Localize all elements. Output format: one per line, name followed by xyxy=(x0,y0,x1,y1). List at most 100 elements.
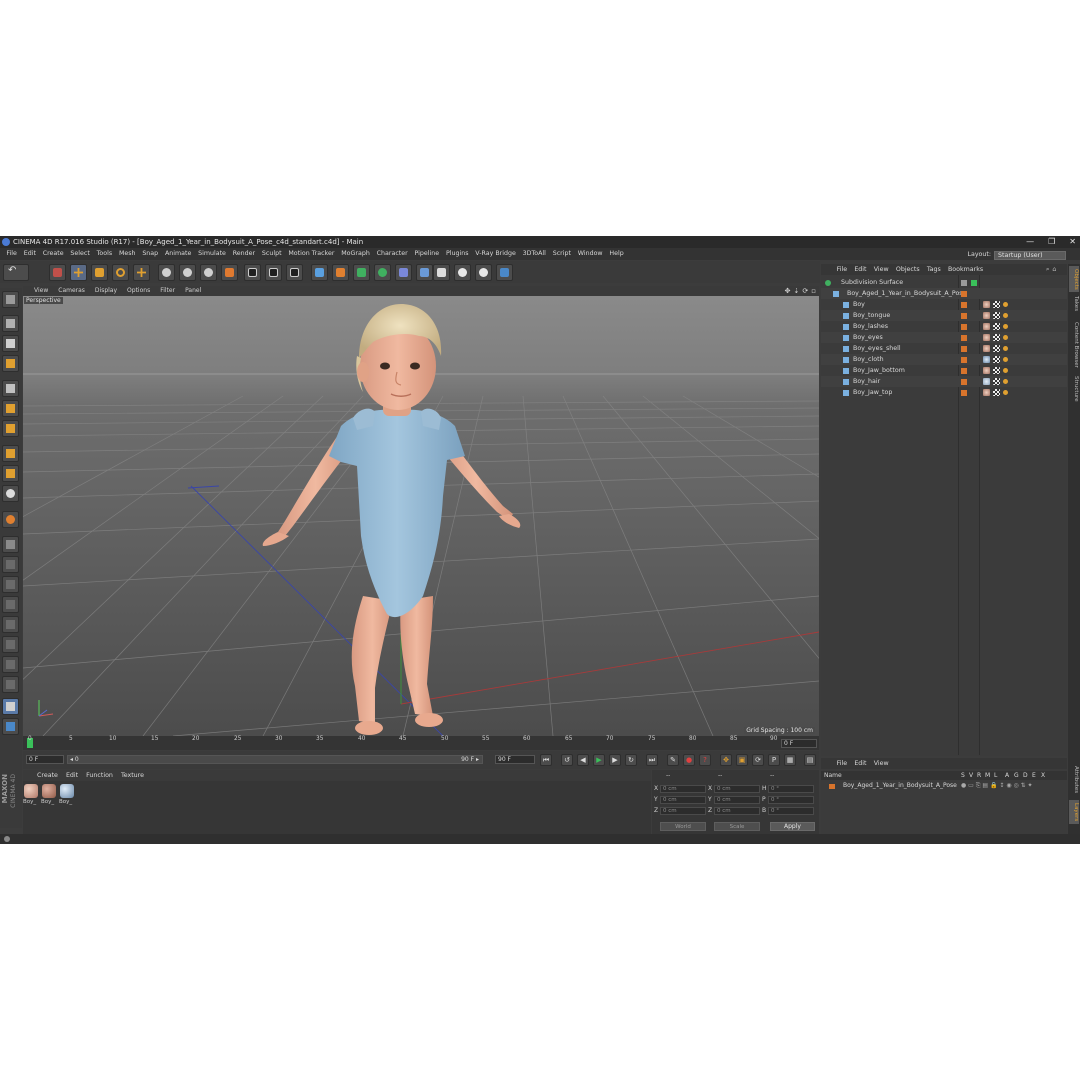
size-y-field[interactable]: 0 cm xyxy=(714,796,760,804)
layer-tag-icon[interactable] xyxy=(961,390,967,396)
uvw-tag-icon[interactable] xyxy=(993,367,1000,374)
object-row[interactable]: Boy_Jaw_bottom xyxy=(821,365,1067,376)
layout-select[interactable]: Startup (User) xyxy=(994,250,1066,260)
menu-mograph[interactable]: MoGraph xyxy=(338,248,373,260)
material-tag-icon[interactable] xyxy=(983,323,990,330)
layer-row[interactable]: Boy_Aged_1_Year_in_Bodysuit_A_Pose ● ▭ ⎘… xyxy=(821,781,1067,791)
material-menu-create[interactable]: Create xyxy=(33,770,62,781)
layer-tag-icon[interactable] xyxy=(961,357,967,363)
deformer-button[interactable] xyxy=(395,264,412,281)
menu-help[interactable]: Help xyxy=(606,248,627,260)
record-rotation-button[interactable]: ⟳ xyxy=(752,754,764,766)
layer-tag-icon[interactable] xyxy=(961,324,967,330)
record-position-button[interactable]: ✥ xyxy=(720,754,732,766)
sculpt-tool-3-button[interactable] xyxy=(2,596,19,613)
layer-menu-view[interactable]: View xyxy=(870,758,892,769)
light-object-button[interactable] xyxy=(454,264,471,281)
maximize-icon[interactable]: ▫ xyxy=(811,286,816,296)
menu-vray-bridge[interactable]: V-Ray Bridge xyxy=(472,248,519,260)
snapping-button[interactable] xyxy=(2,485,19,502)
minimize-button[interactable]: — xyxy=(1026,236,1034,248)
menu-mesh[interactable]: Mesh xyxy=(116,248,139,260)
menu-create[interactable]: Create xyxy=(39,248,67,260)
phong-tag-icon[interactable] xyxy=(1003,390,1008,395)
tab-attributes[interactable]: Attributes xyxy=(1069,762,1079,798)
layer-tag-icon[interactable] xyxy=(961,302,967,308)
layer-flag-icons[interactable]: ● ▭ ⎘ ▤ 🔒 ↕ ◉ ◎ ⇅ ✦ xyxy=(961,781,1033,791)
live-selection-button[interactable] xyxy=(133,264,150,281)
undo-button[interactable]: ↶ xyxy=(3,264,29,281)
previous-frame-button[interactable]: ◀ xyxy=(577,754,589,766)
size-z-field[interactable]: 0 cm xyxy=(714,807,760,815)
edges-mode-button[interactable] xyxy=(2,400,19,417)
material-tag-icon[interactable] xyxy=(983,378,990,385)
rotation-b-field[interactable]: 0 ° xyxy=(768,807,814,815)
object-menu-tags[interactable]: Tags xyxy=(923,264,944,275)
position-z-field[interactable]: 0 cm xyxy=(660,807,706,815)
move-view-icon[interactable]: ✥ xyxy=(785,286,791,296)
layer-tag-icon[interactable] xyxy=(961,368,967,374)
enabled-check-icon[interactable] xyxy=(971,280,977,286)
phong-tag-icon[interactable] xyxy=(1003,379,1008,384)
material-tag-icon[interactable] xyxy=(983,367,990,374)
start-frame-field[interactable]: 0 F xyxy=(26,755,64,764)
sculpt-tool-1-button[interactable] xyxy=(2,556,19,573)
uvw-tag-icon[interactable] xyxy=(993,334,1000,341)
viewport-menu-options[interactable]: Options xyxy=(122,286,155,296)
select-tool-button[interactable] xyxy=(49,264,66,281)
make-editable-button[interactable] xyxy=(2,291,19,308)
locked-workplane-button[interactable] xyxy=(2,536,19,553)
scale-tool-button[interactable] xyxy=(91,264,108,281)
object-menu-file[interactable]: File xyxy=(833,264,851,275)
material-menu-texture[interactable]: Texture xyxy=(117,770,148,781)
sculpt-tool-4-button[interactable] xyxy=(2,616,19,633)
layer-tag-icon[interactable] xyxy=(961,335,967,341)
phong-tag-icon[interactable] xyxy=(1003,357,1008,362)
viewport-menu-cameras[interactable]: Cameras xyxy=(53,286,90,296)
material-tag-icon[interactable] xyxy=(983,334,990,341)
object-row[interactable]: Boy_lashes xyxy=(821,321,1067,332)
x-axis-button[interactable] xyxy=(158,264,175,281)
coordinate-system-button[interactable] xyxy=(221,264,238,281)
menu-motion-tracker[interactable]: Motion Tracker xyxy=(285,248,338,260)
object-row[interactable]: Boy xyxy=(821,299,1067,310)
menu-select[interactable]: Select xyxy=(67,248,93,260)
previous-key-button[interactable]: ↺ xyxy=(561,754,573,766)
frame-range-slider[interactable]: ◂ 0 90 F ▸ xyxy=(67,755,483,764)
menu-script[interactable]: Script xyxy=(549,248,574,260)
uvw-tag-icon[interactable] xyxy=(993,378,1000,385)
y-axis-button[interactable] xyxy=(179,264,196,281)
menu-window[interactable]: Window xyxy=(574,248,606,260)
python-button[interactable] xyxy=(496,264,513,281)
tweak-mode-button[interactable] xyxy=(2,465,19,482)
uvw-tag-icon[interactable] xyxy=(993,389,1000,396)
object-row[interactable]: Subdivision Surface xyxy=(821,277,1067,288)
camera-object-button[interactable] xyxy=(433,264,450,281)
restore-button[interactable]: ❐ xyxy=(1048,236,1055,248)
material-swatch[interactable] xyxy=(24,784,38,798)
record-parameter-button[interactable]: P xyxy=(768,754,780,766)
tab-structure[interactable]: Structure xyxy=(1069,374,1079,404)
search-icon[interactable]: ⌕⌂ xyxy=(1042,264,1063,275)
render-picture-viewer-button[interactable] xyxy=(265,264,282,281)
menu-render[interactable]: Render xyxy=(229,248,258,260)
menu-plugins[interactable]: Plugins xyxy=(443,248,472,260)
phong-tag-icon[interactable] xyxy=(1003,368,1008,373)
next-key-button[interactable]: ↻ xyxy=(625,754,637,766)
material-swatch[interactable] xyxy=(42,784,56,798)
points-mode-button[interactable] xyxy=(2,380,19,397)
rotate-tool-button[interactable] xyxy=(112,264,129,281)
uvw-tag-icon[interactable] xyxy=(993,345,1000,352)
menu-edit[interactable]: Edit xyxy=(20,248,39,260)
object-row[interactable]: Boy_hair xyxy=(821,376,1067,387)
record-active-objects-button[interactable]: ● xyxy=(683,754,695,766)
uvw-tag-icon[interactable] xyxy=(993,323,1000,330)
object-row[interactable]: Boy_Jaw_top xyxy=(821,387,1067,398)
apply-button[interactable]: Apply xyxy=(770,822,815,831)
menu-file[interactable]: File xyxy=(3,248,20,260)
material-menu-function[interactable]: Function xyxy=(82,770,117,781)
timeline-window-button[interactable]: ▤ xyxy=(804,754,816,766)
menu-tools[interactable]: Tools xyxy=(93,248,115,260)
menu-simulate[interactable]: Simulate xyxy=(195,248,230,260)
visibility-toggle-icon[interactable] xyxy=(961,280,967,286)
